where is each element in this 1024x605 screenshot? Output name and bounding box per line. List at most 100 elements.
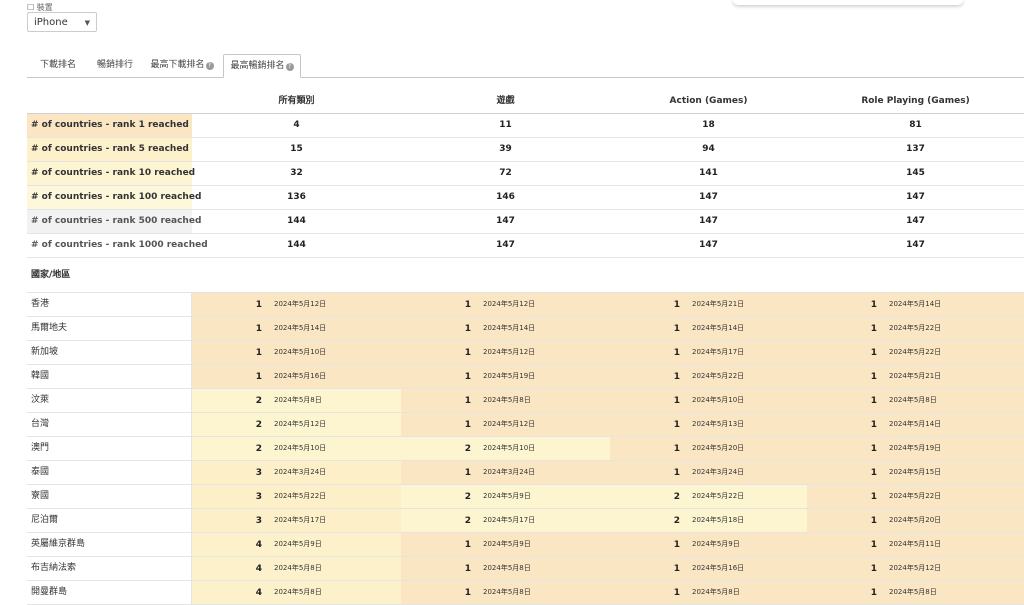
- rank-date: 2024年5月21日: [889, 372, 942, 380]
- rank-cell[interactable]: 1 2024年3月24日: [610, 461, 807, 484]
- chevron-down-icon: ▼: [84, 19, 90, 27]
- rank-cell[interactable]: 1 2024年5月14日: [807, 413, 1024, 436]
- table-row[interactable]: 英屬維京群島 4 2024年5月9日 1 2024年5月9日 1 2024年5月9日 1 202…: [27, 533, 1024, 557]
- rank-cell[interactable]: 2 2024年5月17日: [401, 509, 610, 532]
- rank-cell[interactable]: 2 2024年5月8日: [192, 389, 401, 412]
- rank-cell[interactable]: 1 2024年5月12日: [401, 341, 610, 364]
- rank-cell[interactable]: 1 2024年5月14日: [807, 293, 1024, 316]
- rank-cell[interactable]: 2 2024年5月9日: [401, 485, 610, 508]
- rank-cell[interactable]: 1 2024年5月8日: [610, 581, 807, 604]
- rank-cell[interactable]: 1 2024年5月11日: [807, 533, 1024, 556]
- rank-cell[interactable]: 1 2024年5月13日: [610, 413, 807, 436]
- rank-cell[interactable]: 2 2024年5月12日: [192, 413, 401, 436]
- country-name: 馬爾地夫: [27, 317, 192, 340]
- summary-row: # of countries - rank 500 reached 144 147 1…: [27, 210, 1024, 234]
- tab-top-download-rank[interactable]: 最高下載排名?: [141, 54, 223, 77]
- rank-cell[interactable]: 1 2024年5月19日: [401, 365, 610, 388]
- rank-cell[interactable]: 1 2024年5月21日: [807, 365, 1024, 388]
- rank-cell[interactable]: 1 2024年5月14日: [610, 317, 807, 340]
- summary-value: 136: [287, 192, 306, 202]
- column-header[interactable]: 遊戲: [401, 90, 610, 113]
- rank-cell[interactable]: 1 2024年5月16日: [610, 557, 807, 580]
- rank-value: 1: [870, 588, 877, 598]
- help-icon[interactable]: ?: [285, 63, 294, 71]
- rank-cell[interactable]: 1 2024年5月9日: [401, 533, 610, 556]
- summary-row: # of countries - rank 5 reached 15 39 94 137: [27, 138, 1024, 162]
- rank-cell[interactable]: 1 2024年5月20日: [807, 509, 1024, 532]
- rank-cell[interactable]: 1 2024年5月10日: [610, 389, 807, 412]
- rank-date: 2024年5月16日: [274, 372, 327, 380]
- table-row[interactable]: 布吉納法索 4 2024年5月8日 1 2024年5月8日 1 2024年5月16日 1 202…: [27, 557, 1024, 581]
- column-header[interactable]: Role Playing (Games): [807, 90, 1024, 113]
- rank-cell[interactable]: 1 2024年5月8日: [401, 389, 610, 412]
- rank-cell[interactable]: 1 2024年5月17日: [610, 341, 807, 364]
- rank-cell[interactable]: 1 2024年5月20日: [610, 437, 807, 460]
- rank-date: 2024年5月11日: [889, 540, 942, 548]
- rank-date: 2024年5月19日: [483, 372, 536, 380]
- device-select[interactable]: iPhone ▼: [27, 12, 97, 32]
- rank-cell[interactable]: 2 2024年5月10日: [401, 437, 610, 460]
- rank-cell[interactable]: 1 2024年5月14日: [401, 317, 610, 340]
- rank-date: 2024年3月24日: [692, 468, 745, 476]
- rank-cell[interactable]: 1 2024年5月8日: [401, 557, 610, 580]
- table-row[interactable]: 開曼群島 4 2024年5月8日 1 2024年5月8日 1 2024年5月8日 1 2024年…: [27, 581, 1024, 605]
- rank-cell[interactable]: 2 2024年5月22日: [610, 485, 807, 508]
- rank-cell[interactable]: 1 2024年5月12日: [807, 557, 1024, 580]
- table-row[interactable]: 寮國 3 2024年5月22日 2 2024年5月9日 2 2024年5月22日 1 2024年…: [27, 485, 1024, 509]
- rank-date: 2024年5月22日: [692, 492, 745, 500]
- rank-cell[interactable]: 4 2024年5月8日: [192, 581, 401, 604]
- rank-cell[interactable]: 2 2024年5月10日: [192, 437, 401, 460]
- rank-cell[interactable]: 3 2024年5月22日: [192, 485, 401, 508]
- table-row[interactable]: 台灣 2 2024年5月12日 1 2024年5月12日 1 2024年5月13日 1 2024…: [27, 413, 1024, 437]
- rank-value: 3: [255, 468, 262, 478]
- table-row[interactable]: 尼泊爾 3 2024年5月17日 2 2024年5月17日 2 2024年5月18日 1 202…: [27, 509, 1024, 533]
- tab-top-grossing-rank[interactable]: 最高暢銷排名?: [223, 54, 301, 78]
- table-row[interactable]: 馬爾地夫 1 2024年5月14日 1 2024年5月14日 1 2024年5月14日 1 20…: [27, 317, 1024, 341]
- rank-value: 1: [870, 300, 877, 310]
- rank-cell[interactable]: 2 2024年5月18日: [610, 509, 807, 532]
- rank-value: 1: [870, 492, 877, 502]
- table-row[interactable]: 泰國 3 2024年3月24日 1 2024年3月24日 1 2024年3月24日 1 2024…: [27, 461, 1024, 485]
- help-icon[interactable]: ?: [205, 62, 214, 70]
- rank-cell[interactable]: 4 2024年5月8日: [192, 557, 401, 580]
- summary-value: 32: [290, 168, 303, 178]
- rank-cell[interactable]: 1 2024年5月16日: [192, 365, 401, 388]
- tab-download-rank[interactable]: 下載排名: [27, 54, 89, 77]
- rank-cell[interactable]: 3 2024年3月24日: [192, 461, 401, 484]
- rank-cell[interactable]: 1 2024年5月22日: [807, 485, 1024, 508]
- rank-cell[interactable]: 1 2024年5月8日: [807, 581, 1024, 604]
- rank-cell[interactable]: 1 2024年5月22日: [807, 317, 1024, 340]
- rank-cell[interactable]: 1 2024年5月12日: [401, 293, 610, 316]
- rank-cell[interactable]: 1 2024年5月15日: [807, 461, 1024, 484]
- country-name: 新加坡: [27, 341, 192, 364]
- summary-label: # of countries - rank 100 reached: [27, 186, 201, 209]
- table-row[interactable]: 澳門 2 2024年5月10日 2 2024年5月10日 1 2024年5月20日 1 2024…: [27, 437, 1024, 461]
- rank-value: 1: [464, 564, 471, 574]
- rank-value: 2: [464, 516, 471, 526]
- column-header[interactable]: 所有類別: [192, 90, 401, 113]
- column-header[interactable]: Action (Games): [610, 90, 807, 113]
- rank-cell[interactable]: 1 2024年5月22日: [610, 365, 807, 388]
- table-row[interactable]: 新加坡 1 2024年5月10日 1 2024年5月12日 1 2024年5月17日 1 202…: [27, 341, 1024, 365]
- rank-cell[interactable]: 1 2024年5月22日: [807, 341, 1024, 364]
- rank-cell[interactable]: 1 2024年5月21日: [610, 293, 807, 316]
- rank-cell[interactable]: 1 2024年3月24日: [401, 461, 610, 484]
- rank-cell[interactable]: 1 2024年5月14日: [192, 317, 401, 340]
- rank-cell[interactable]: 3 2024年5月17日: [192, 509, 401, 532]
- table-row[interactable]: 香港 1 2024年5月12日 1 2024年5月12日 1 2024年5月21日 1 2024…: [27, 293, 1024, 317]
- tab-grossing-rank[interactable]: 暢銷排行: [89, 54, 141, 77]
- rank-date: 2024年5月14日: [692, 324, 745, 332]
- rank-cell[interactable]: 1 2024年5月19日: [807, 437, 1024, 460]
- rank-value: 2: [464, 444, 471, 454]
- rank-cell[interactable]: 4 2024年5月9日: [192, 533, 401, 556]
- table-row[interactable]: 韓國 1 2024年5月16日 1 2024年5月19日 1 2024年5月22日 1 2024…: [27, 365, 1024, 389]
- rank-date: 2024年5月19日: [889, 444, 942, 452]
- table-row[interactable]: 汶萊 2 2024年5月8日 1 2024年5月8日 1 2024年5月10日 1 2024年5…: [27, 389, 1024, 413]
- rank-cell[interactable]: 1 2024年5月12日: [192, 293, 401, 316]
- rank-cell[interactable]: 1 2024年5月12日: [401, 413, 610, 436]
- rank-cell[interactable]: 1 2024年5月8日: [401, 581, 610, 604]
- tab-bar: 下載排名 暢銷排行 最高下載排名? 最高暢銷排名?: [27, 54, 1024, 78]
- rank-cell[interactable]: 1 2024年5月10日: [192, 341, 401, 364]
- rank-cell[interactable]: 1 2024年5月8日: [807, 389, 1024, 412]
- rank-cell[interactable]: 1 2024年5月9日: [610, 533, 807, 556]
